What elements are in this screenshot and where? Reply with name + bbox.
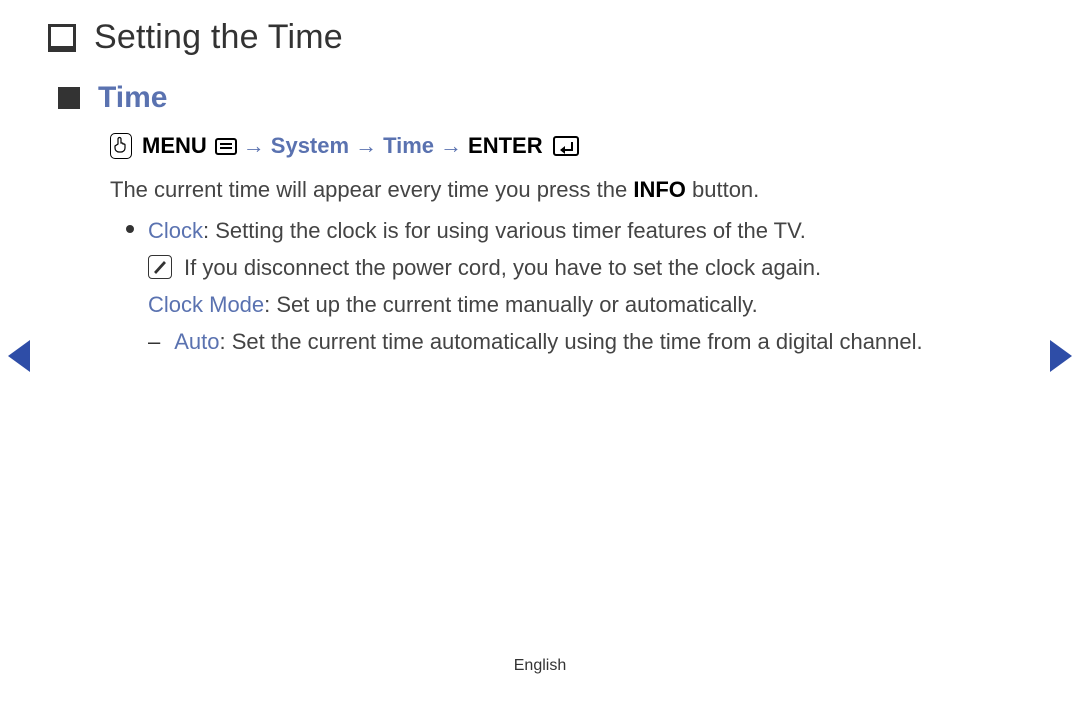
section-bullet-icon — [58, 87, 80, 109]
auto-row: – Auto: Set the current time automatical… — [148, 325, 1008, 358]
auto-desc: : Set the current time automatically usi… — [220, 329, 923, 354]
auto-term: Auto — [174, 329, 219, 354]
bullet-icon — [126, 225, 134, 233]
note-icon — [148, 255, 172, 279]
menu-path: MENU → System → Time → ENTER — [110, 133, 1020, 159]
path-step-system: System — [271, 133, 349, 159]
note-row: If you disconnect the power cord, you ha… — [148, 251, 1020, 284]
hand-icon — [110, 133, 132, 159]
clock-bullet: Clock: Setting the clock is for using va… — [126, 214, 1020, 247]
nav-next-button[interactable] — [1050, 340, 1072, 372]
footer-language: English — [0, 657, 1080, 675]
section-title-row: Time — [58, 81, 1020, 115]
info-button-label: INFO — [633, 177, 686, 202]
clockmode-term: Clock Mode — [148, 292, 264, 317]
arrow-1: → — [243, 133, 265, 159]
auto-body: Auto: Set the current time automatically… — [174, 325, 922, 358]
section-title: Time — [98, 81, 167, 115]
manual-page: Setting the Time Time MENU → System → Ti… — [0, 0, 1080, 705]
intro-post: button. — [686, 177, 759, 202]
intro-text: The current time will appear every time … — [110, 173, 1020, 206]
note-text: If you disconnect the power cord, you ha… — [184, 251, 821, 284]
nav-prev-button[interactable] — [8, 340, 30, 372]
path-step-time: Time — [383, 133, 434, 159]
clockmode-desc: : Set up the current time manually or au… — [264, 292, 758, 317]
clock-term: Clock — [148, 218, 203, 243]
dash-icon: – — [148, 325, 160, 358]
menu-icon — [215, 138, 237, 155]
page-title: Setting the Time — [94, 18, 343, 57]
arrow-2: → — [355, 133, 377, 159]
menu-label: MENU — [142, 133, 207, 159]
clock-desc: : Setting the clock is for using various… — [203, 218, 806, 243]
enter-icon — [553, 136, 579, 156]
enter-label: ENTER — [468, 133, 543, 159]
clock-body: Clock: Setting the clock is for using va… — [148, 214, 1020, 247]
intro-pre: The current time will appear every time … — [110, 177, 633, 202]
arrow-3: → — [440, 133, 462, 159]
page-title-row: Setting the Time — [48, 18, 1020, 57]
clockmode-row: Clock Mode: Set up the current time manu… — [148, 288, 1020, 321]
chapter-icon — [48, 24, 76, 52]
